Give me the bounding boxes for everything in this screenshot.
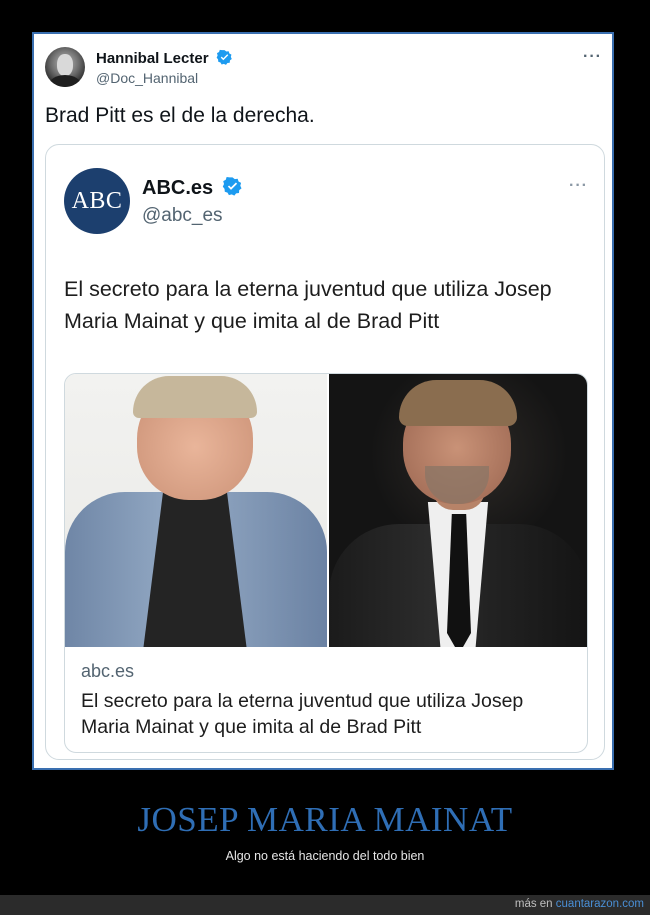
avatar-face: [57, 54, 73, 76]
photo-hair-shape: [399, 380, 517, 426]
footer-prefix: más en: [514, 898, 556, 910]
author-handle[interactable]: @Doc_Hannibal: [96, 70, 198, 86]
quote-text: El secreto para la eterna juventud que u…: [64, 277, 552, 333]
quote-author-name-text: ABC.es: [142, 177, 214, 199]
quoted-tweet[interactable]: ABC ABC.es @abc_es ··· El secreto para l…: [45, 144, 605, 760]
author-name-text: Hannibal Lecter: [96, 50, 209, 67]
verified-badge-icon: [222, 177, 242, 196]
author-avatar[interactable]: [45, 47, 85, 87]
quote-more-options-icon[interactable]: ···: [569, 177, 588, 195]
footer-credit: más en cuantarazon.com: [515, 898, 644, 910]
more-options-icon[interactable]: ···: [583, 48, 602, 66]
quote-author-handle[interactable]: @abc_es: [142, 205, 223, 227]
photo-brad-pitt: [329, 374, 587, 647]
avatar-body: [49, 75, 81, 87]
photo-josep-maria-mainat: [65, 374, 327, 647]
tweet-card: Hannibal Lecter @Doc_Hannibal ··· Brad P…: [32, 32, 614, 770]
meme-headline: JOSEP MARIA MAINAT: [137, 800, 513, 839]
photo-hair-shape: [133, 376, 257, 418]
link-preview-card[interactable]: abc.es El secreto para la eterna juventu…: [64, 373, 588, 753]
author-name[interactable]: Hannibal Lecter: [96, 49, 233, 67]
link-preview-info: abc.es El secreto para la eterna juventu…: [65, 647, 587, 752]
link-domain: abc.es: [81, 661, 135, 681]
tweet-text: Brad Pitt es el de la derecha.: [45, 104, 315, 127]
footer-bar: más en cuantarazon.com: [0, 895, 650, 915]
link-title: El secreto para la eterna juventud que u…: [81, 690, 524, 738]
footer-site-link[interactable]: cuantarazon.com: [556, 898, 644, 910]
meme-subline: Algo no está haciendo del todo bien: [225, 849, 425, 863]
verified-badge-icon: [216, 49, 232, 65]
abc-logo-avatar[interactable]: ABC: [64, 168, 130, 234]
quote-author-name[interactable]: ABC.es: [142, 176, 243, 200]
